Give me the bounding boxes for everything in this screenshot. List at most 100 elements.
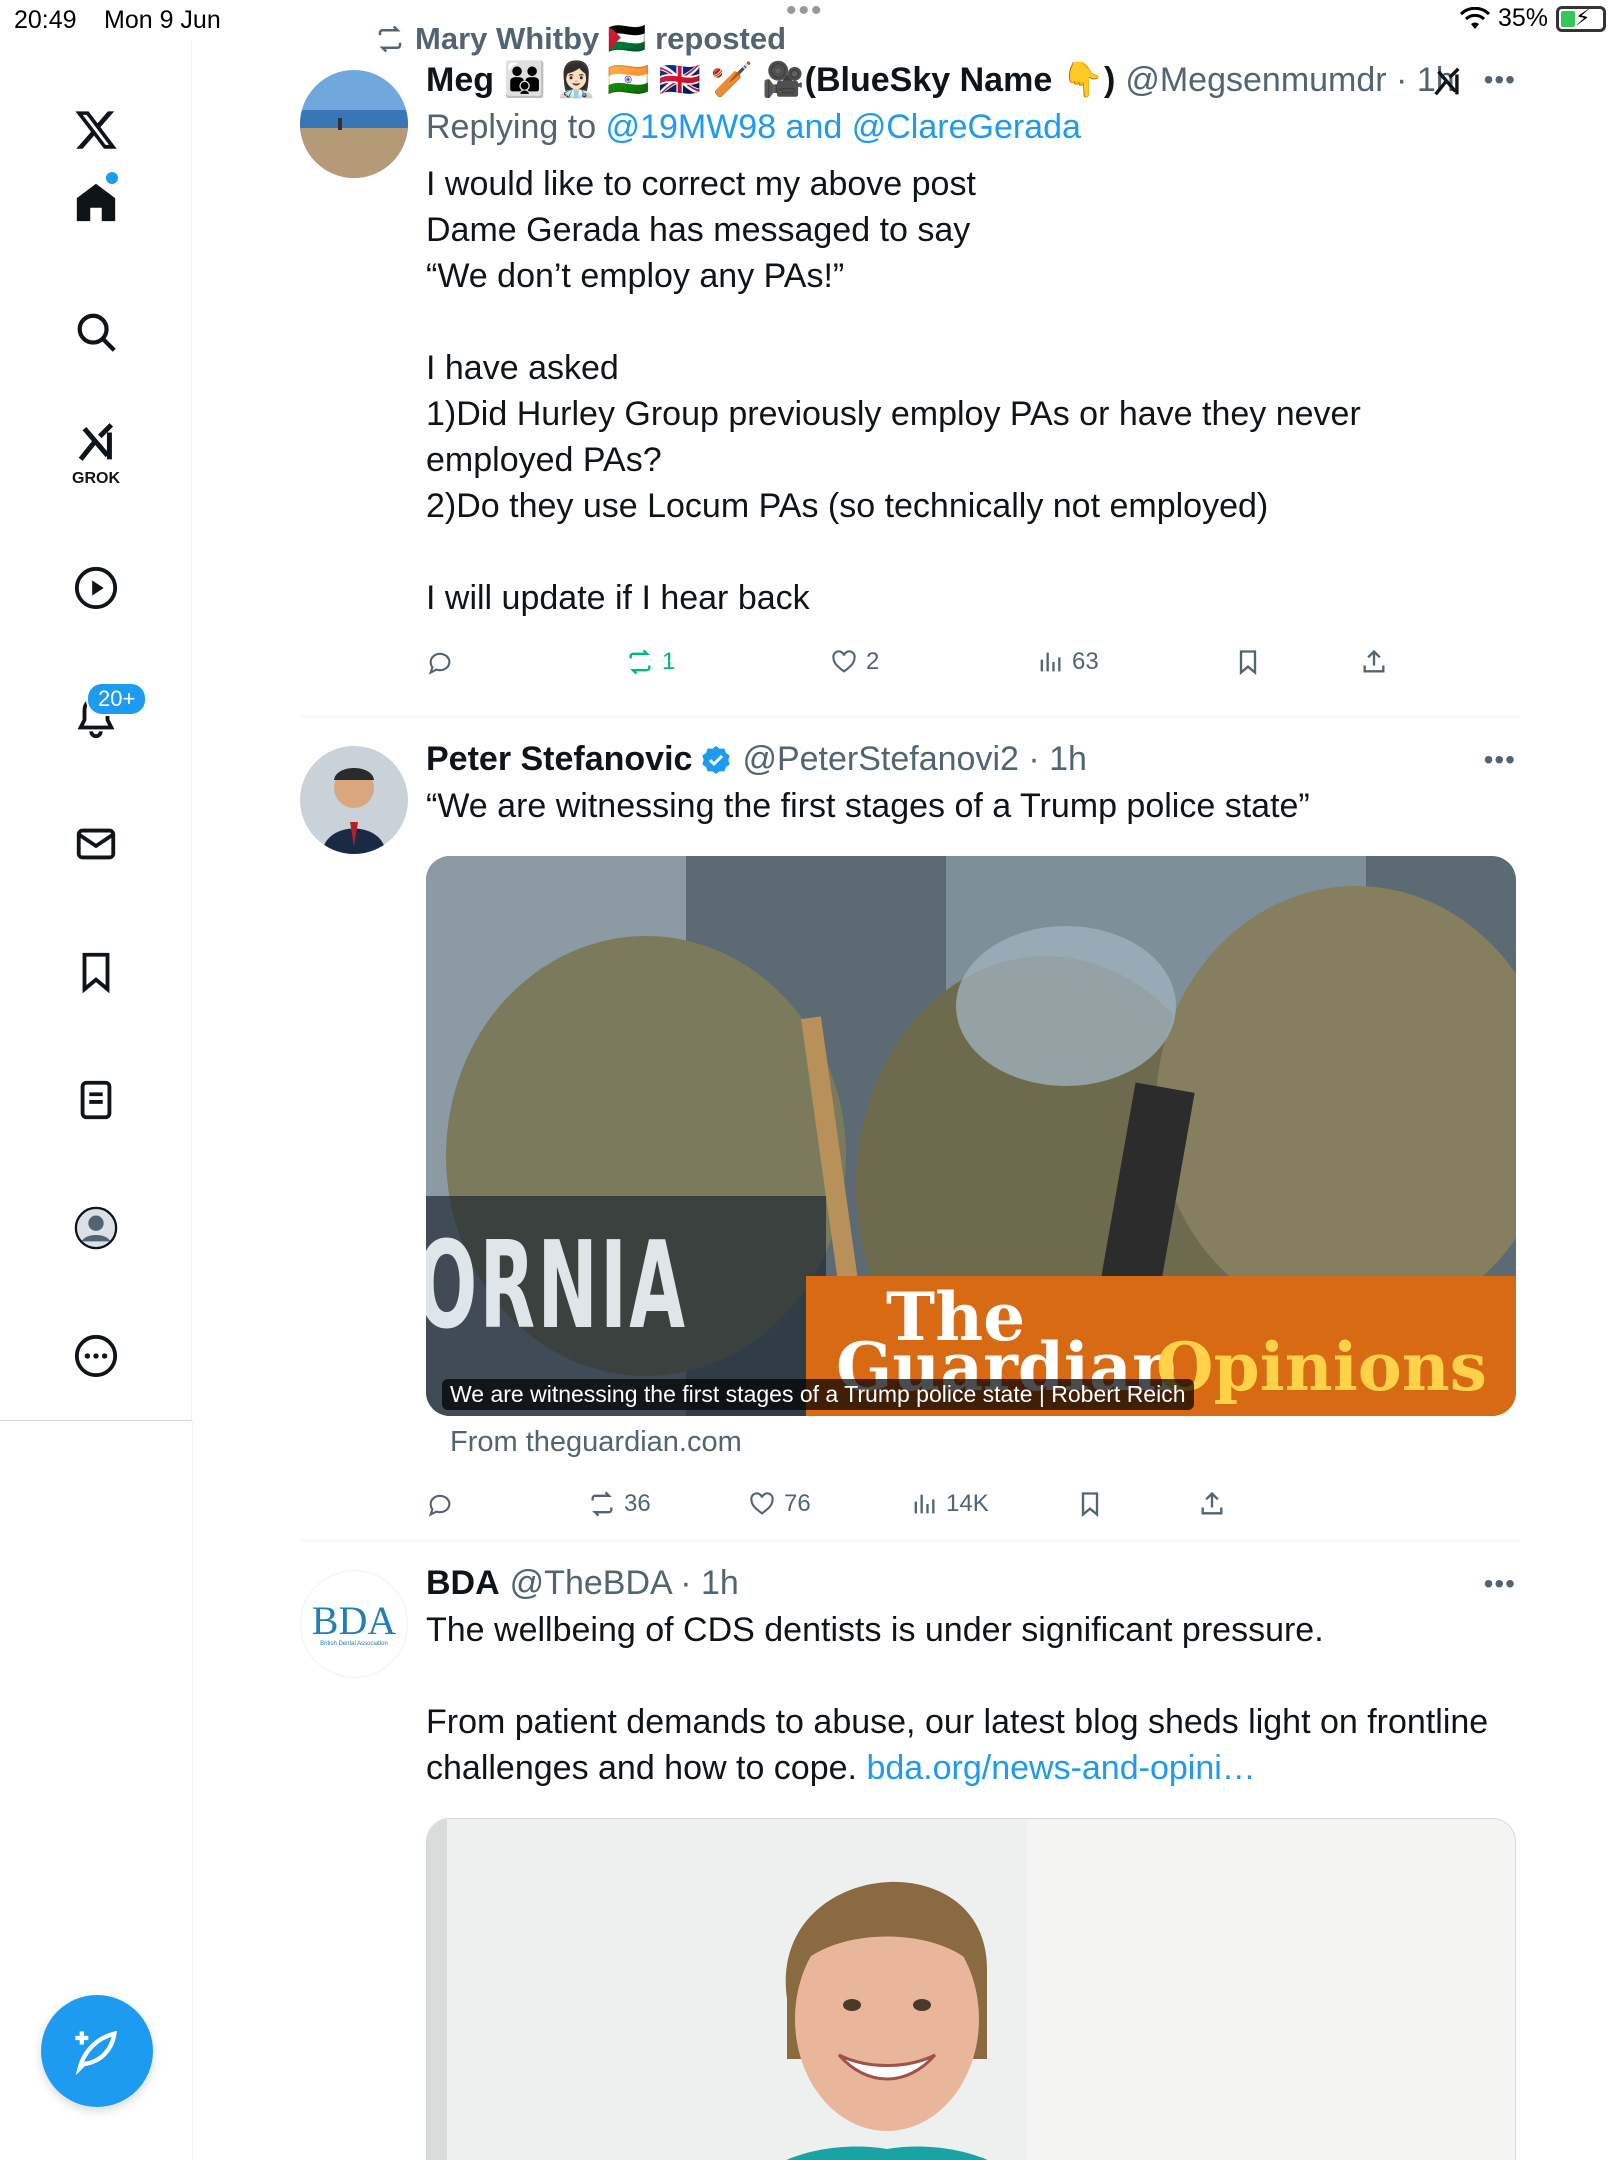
bookmark-icon (1081, 1492, 1099, 1517)
author-handle[interactable]: @Megsenmumdr · 1h (1125, 61, 1454, 100)
x-logo-icon[interactable] (56, 90, 136, 170)
tweet-header: Peter Stefanovic @PeterStefanovi2 · 1h •… (426, 740, 1516, 779)
grok-label: GROK (72, 470, 120, 487)
battery-percent: 35% (1497, 4, 1548, 32)
views-chart-icon (914, 1494, 935, 1514)
share-icon (1363, 649, 1385, 673)
link-card-guardian[interactable]: ORNIA The Guardian Opinions We are witne… (426, 856, 1516, 1416)
views-button[interactable]: 63 (1036, 648, 1099, 676)
notifications-badge: 20+ (86, 682, 148, 716)
card-caption: We are witnessing the first stages of a … (442, 1379, 1194, 1410)
author-name[interactable]: BDA (426, 1564, 500, 1603)
battery-icon: ⚡ (1556, 5, 1606, 32)
share-button[interactable] (1198, 1490, 1226, 1518)
replying-to-prefix: Replying to (426, 108, 606, 146)
bookmark-button[interactable] (1076, 1490, 1104, 1518)
sidebar-nav: GROK (0, 40, 192, 1420)
repost-indicator: Mary Whitby 🇵🇸 reposted (375, 20, 786, 57)
grok-icon[interactable]: GROK (56, 412, 136, 492)
author-name[interactable]: Peter Stefanovic (426, 740, 692, 779)
more-options-icon[interactable]: ••• (1484, 744, 1516, 776)
home-icon[interactable] (56, 162, 136, 242)
replying-to-links[interactable]: @19MW98 and @ClareGerada (606, 108, 1081, 146)
card-photo (427, 1819, 1515, 2160)
tweet-text-paragraph2: From patient demands to abuse, our lates… (426, 1699, 1516, 1791)
retweet-icon (629, 649, 651, 675)
tweet-content: BDA @TheBDA · 1h ••• The wellbeing of CD… (426, 1564, 1516, 1791)
tweet-actions: 36 76 14K (426, 1490, 1426, 1530)
share-button[interactable] (1360, 648, 1388, 676)
compose-post-button[interactable] (41, 1995, 153, 2107)
grok-explain-icon[interactable] (1430, 66, 1464, 100)
card-source[interactable]: From theguardian.com (450, 1426, 742, 1459)
tweet-content: Meg 🧑‍🧑‍🧒 👩🏻‍⚕️ 🇮🇳 🇬🇧 🏏 🎥(BlueSky Name 👇… (426, 60, 1516, 621)
bookmark-icon (1239, 650, 1257, 675)
more-options-icon[interactable]: ••• (1484, 1568, 1516, 1600)
search-icon[interactable] (56, 292, 136, 372)
multitasking-dots-icon[interactable]: ••• (786, 0, 824, 28)
avatar-bda-logo[interactable]: BDA British Dental Association (300, 1570, 408, 1678)
author-name[interactable]: Meg 🧑‍🧑‍🧒 👩🏻‍⚕️ 🇮🇳 🇬🇧 🏏 🎥(BlueSky Name 👇… (426, 60, 1115, 100)
bda-logo-subtext: British Dental Association (320, 1641, 388, 1647)
sidebar-border (192, 1420, 193, 2160)
avatar[interactable] (300, 70, 408, 178)
video-icon[interactable] (56, 548, 136, 628)
reply-button[interactable] (426, 648, 454, 676)
more-options-icon[interactable]: ••• (1484, 64, 1516, 96)
status-date: Mon 9 Jun (104, 6, 221, 34)
views-chart-icon (1040, 652, 1061, 672)
replying-to: Replying to @19MW98 and @ClareGerada (426, 108, 1516, 147)
bda-logo-text: BDA (311, 1598, 397, 1643)
avatar[interactable] (300, 746, 408, 854)
tweet-link[interactable]: bda.org/news-and-opini… (866, 1749, 1255, 1787)
profile-avatar-icon[interactable] (56, 1188, 136, 1268)
reply-icon (428, 652, 451, 675)
card-overlay-text: ORNIA (426, 1217, 688, 1356)
retweet-count: 1 (662, 648, 676, 675)
status-time: 20:49 (14, 6, 77, 34)
feather-plus-icon (75, 2030, 117, 2076)
bda-blog-image[interactable] (426, 1818, 1516, 2160)
reply-button[interactable] (426, 1490, 454, 1518)
tweet-divider (300, 1540, 1520, 1541)
tweet-actions: 1 2 63 (426, 648, 1426, 688)
home-unread-dot (106, 172, 118, 184)
author-handle[interactable]: @PeterStefanovi2 · 1h (742, 740, 1086, 779)
retweet-button[interactable]: 36 (588, 1490, 651, 1518)
messages-envelope-icon[interactable] (56, 804, 136, 884)
tweet-divider (300, 716, 1520, 717)
share-icon (1201, 1491, 1223, 1515)
tweet-content: Peter Stefanovic @PeterStefanovi2 · 1h •… (426, 740, 1516, 829)
retweet-count: 36 (624, 1490, 651, 1517)
status-right: 35% ⚡ (1459, 4, 1606, 33)
wifi-icon (1459, 6, 1490, 29)
guardian-opinions: Opinions (1156, 1328, 1487, 1406)
retweet-button[interactable]: 1 (626, 648, 675, 676)
sidebar-divider (0, 1420, 192, 1421)
retweet-icon (591, 1491, 613, 1517)
repost-icon (378, 25, 402, 52)
tweet-text-line1: The wellbeing of CDS dentists is under s… (426, 1611, 1324, 1649)
tweet-header: BDA @TheBDA · 1h ••• (426, 1564, 1516, 1603)
heart-icon (750, 1492, 774, 1515)
tweet-text: “We are witnessing the first stages of a… (426, 787, 1310, 825)
bookmarks-icon[interactable] (56, 932, 136, 1012)
tweet-header: Meg 🧑‍🧑‍🧒 👩🏻‍⚕️ 🇮🇳 🇬🇧 🏏 🎥(BlueSky Name 👇… (426, 60, 1516, 100)
like-button[interactable]: 2 (830, 648, 879, 676)
author-handle[interactable]: @TheBDA · 1h (510, 1564, 739, 1603)
status-bar: 20:49 Mon 9 Jun ••• 35% ⚡ (0, 0, 1620, 40)
like-count: 2 (866, 648, 880, 675)
like-button[interactable]: 76 (748, 1490, 811, 1518)
repost-by-text: Mary Whitby 🇵🇸 reposted (415, 21, 787, 56)
lists-icon[interactable] (56, 1060, 136, 1140)
reply-icon (428, 1494, 451, 1517)
verified-badge-icon (702, 745, 731, 774)
bookmark-button[interactable] (1234, 648, 1262, 676)
views-button[interactable]: 14K (910, 1490, 989, 1518)
more-options-icon[interactable] (56, 1316, 136, 1396)
like-count: 76 (784, 1490, 811, 1517)
heart-icon (832, 650, 856, 673)
views-count: 63 (1072, 648, 1099, 675)
views-count: 14K (946, 1490, 989, 1517)
tweet-text: I would like to correct my above post Da… (426, 165, 1361, 617)
